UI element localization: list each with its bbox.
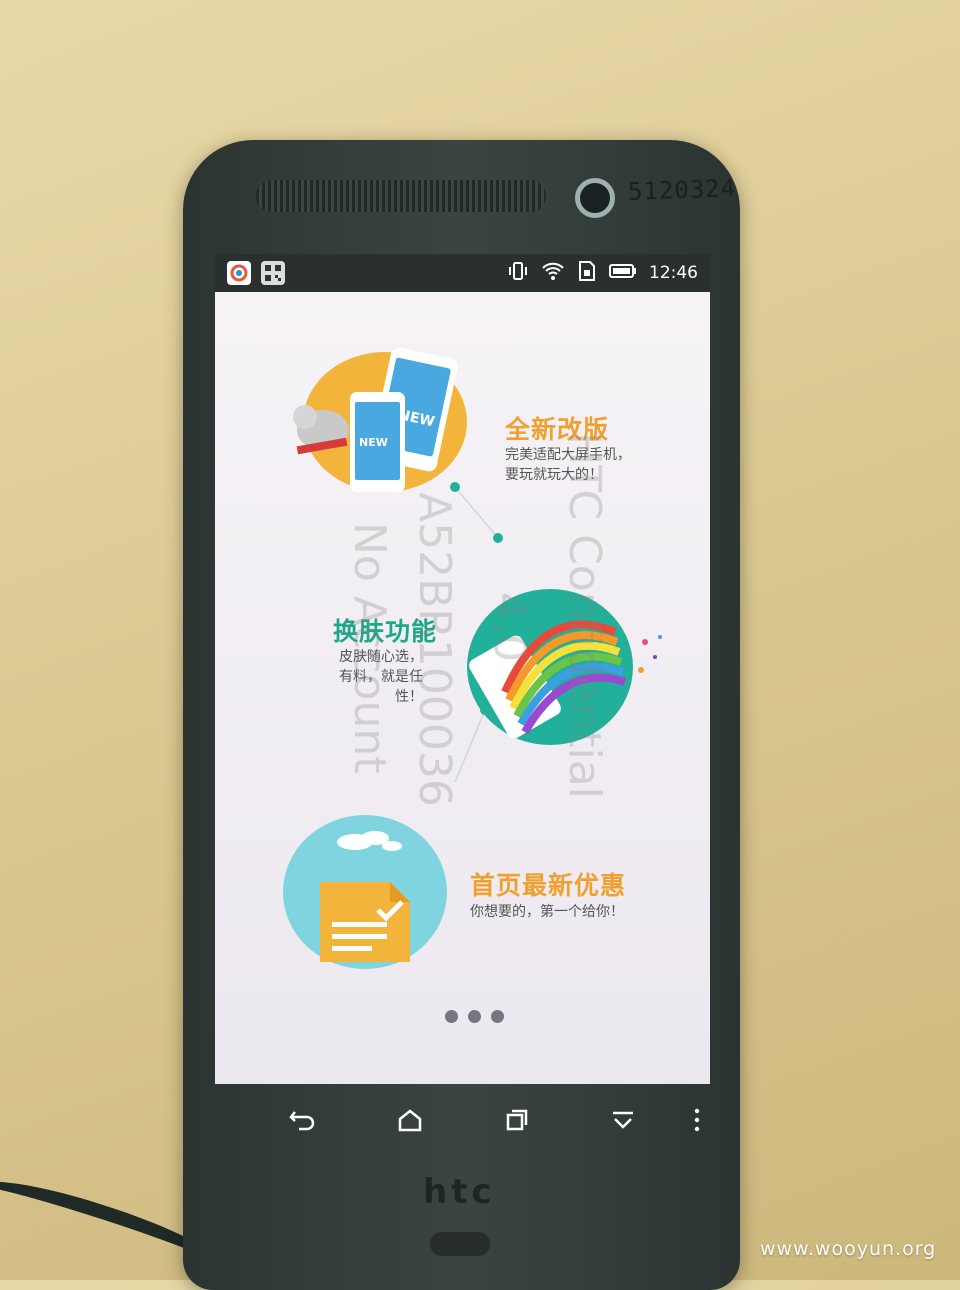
navigation-bar [215, 1090, 710, 1150]
version-watermark: 4.0 [484, 592, 535, 662]
back-icon[interactable] [283, 1100, 323, 1140]
feature-title: 首页最新优惠 [470, 871, 627, 900]
deals-illustration [283, 815, 447, 969]
top-speaker-grille [256, 180, 546, 212]
description-line: 你想要的，第一个给你！ [470, 904, 624, 920]
account-watermark: No Account [344, 522, 395, 774]
serial-watermark: A52BR100036 [409, 492, 460, 807]
recents-icon[interactable] [497, 1100, 537, 1140]
confidential-watermark: HTC Confidential [559, 432, 610, 799]
clock: 12:46 [649, 263, 698, 283]
qr-code-icon [261, 261, 285, 285]
menu-icon[interactable] [677, 1100, 717, 1140]
hardware-sensor [430, 1232, 490, 1256]
feature-description: 你想要的，第一个给你！ [470, 902, 624, 922]
home-icon[interactable] [390, 1100, 430, 1140]
new-version-illustration: NEW NEW [293, 347, 467, 492]
battery-icon [609, 263, 637, 283]
wifi-icon [541, 260, 565, 286]
page-dot[interactable] [468, 1010, 481, 1023]
app-notification-icon [227, 261, 251, 285]
vibrate-icon [507, 260, 529, 286]
phone-label: NEW [359, 436, 388, 449]
sim-icon [577, 260, 597, 286]
device-id-label: 5120324 [627, 174, 737, 206]
page-indicator [445, 1010, 504, 1023]
page-dot[interactable] [445, 1010, 458, 1023]
onboarding-page: NEW NEW 全新改版 完美适配大屏手机， 要玩就玩大的！ 换肤功能 皮肤随心… [215, 292, 710, 1084]
front-camera [575, 178, 615, 218]
page-dot-active[interactable] [491, 1010, 504, 1023]
site-watermark: www.wooyun.org [760, 1238, 937, 1260]
hide-icon[interactable] [603, 1100, 643, 1140]
htc-logo: htc [423, 1172, 496, 1212]
phone-screen: 12:46 NEW NEW 全新改版 完美适配大屏手机， 要玩就玩大的！ 换肤功… [215, 254, 710, 1084]
status-bar: 12:46 [215, 254, 710, 292]
